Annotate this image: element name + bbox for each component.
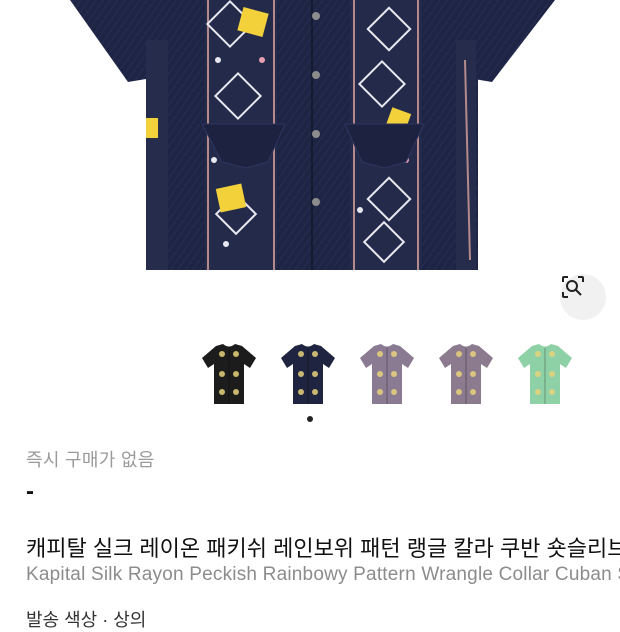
- lens-search-icon: [562, 276, 584, 298]
- thumbnail-lavender[interactable]: [354, 342, 420, 408]
- carousel-indicator: [307, 416, 313, 422]
- shirt-thumbnail-icon: [439, 344, 493, 404]
- product-title-english[interactable]: Kapital Silk Rayon Peckish Rainbowy Patt…: [26, 564, 620, 586]
- thumbnail-mint[interactable]: [512, 342, 578, 408]
- left-sleeve: [70, 0, 152, 82]
- thumbnail-mauve[interactable]: [433, 342, 499, 408]
- shirt-thumbnail-icon: [360, 344, 414, 404]
- shirt-button: [312, 71, 320, 79]
- product-image[interactable]: [0, 0, 620, 330]
- shirt-illustration: [70, 0, 555, 270]
- shirt-button: [312, 12, 320, 20]
- shirt-thumbnail-icon: [518, 344, 572, 404]
- shirt-thumbnail-icon: [202, 344, 256, 404]
- thumbnail-navy[interactable]: [275, 342, 341, 408]
- instant-buy-status: 즉시 구매가 없음: [26, 450, 155, 470]
- shipping-info: 발송 색상 · 상의: [26, 610, 147, 630]
- shirt-button: [312, 198, 320, 206]
- right-sleeve: [468, 0, 555, 82]
- lens-search-button[interactable]: [560, 274, 606, 320]
- thumbnail-black[interactable]: [196, 342, 262, 408]
- shirt-thumbnail-icon: [281, 344, 335, 404]
- product-title-korean[interactable]: 캐피탈 실크 레이온 패키쉬 레인보위 패턴 랭글 칼라 쿠반 숏슬리브: [26, 531, 620, 563]
- price: -: [26, 478, 34, 505]
- shirt-button: [312, 130, 320, 138]
